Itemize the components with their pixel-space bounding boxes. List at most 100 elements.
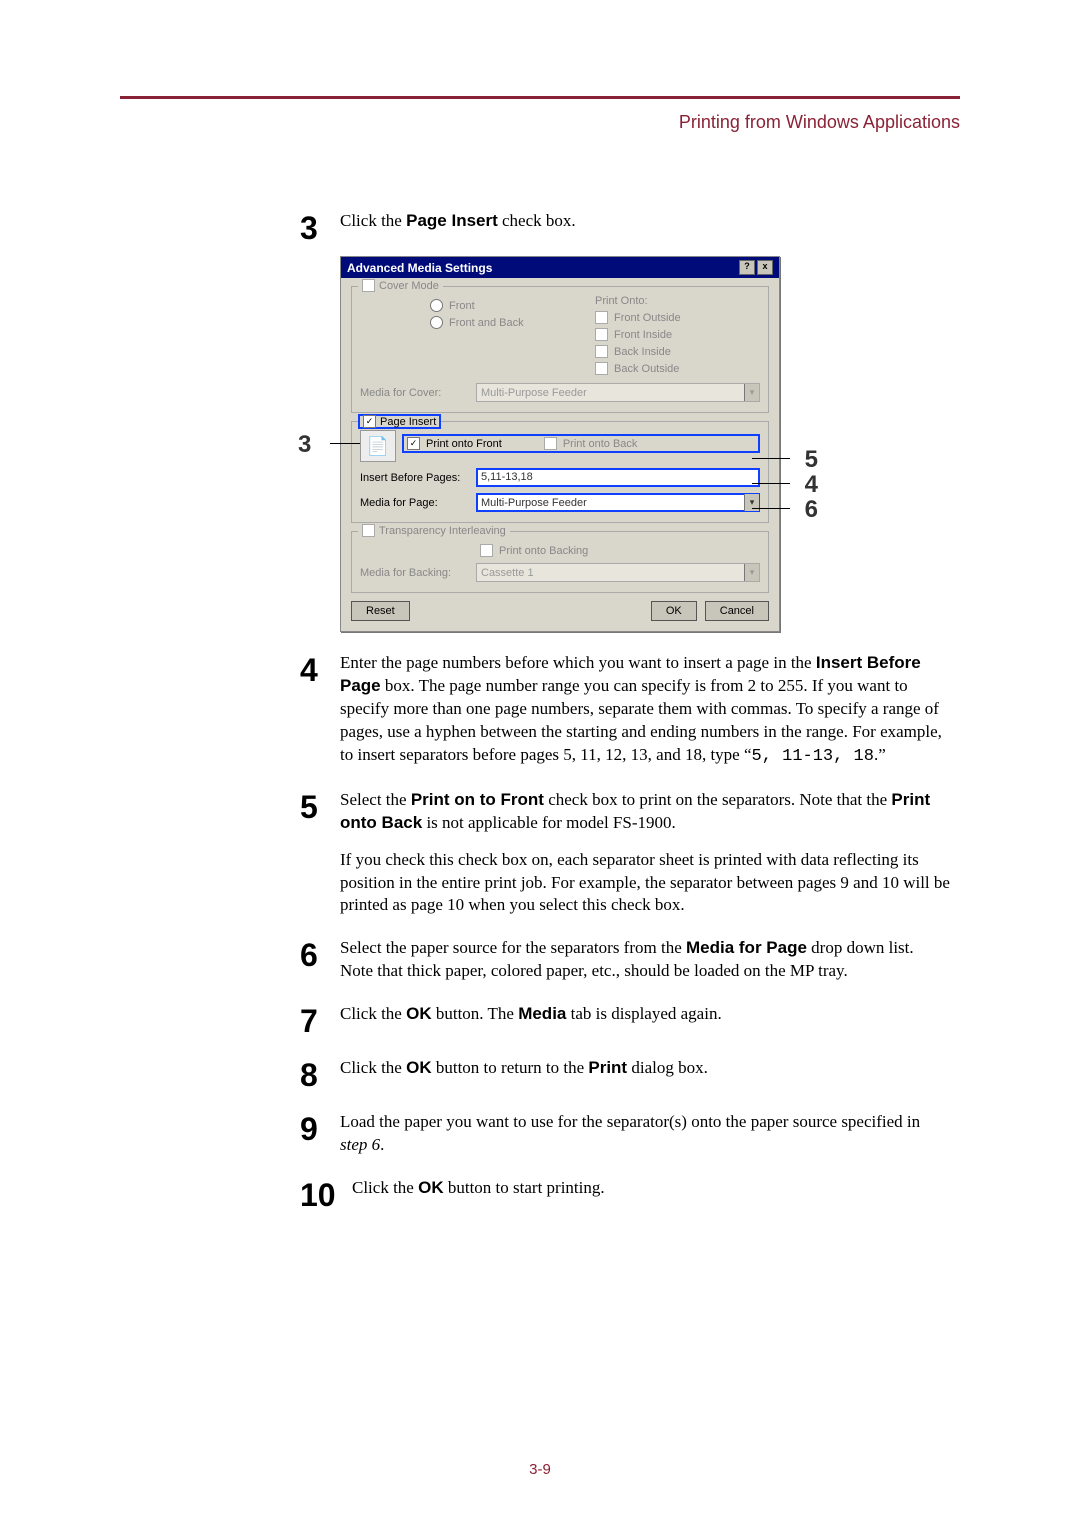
page-insert-legend: Page Insert [358, 414, 441, 429]
bold-term: Media for Page [686, 938, 807, 957]
bold-term: OK [406, 1058, 432, 1077]
bold-term: Page Insert [406, 211, 498, 230]
step-text: Click the OK button. The Media tab is di… [340, 1003, 722, 1037]
dialog-title: Advanced Media Settings [347, 261, 492, 275]
transparency-legend: Transparency Interleaving [358, 524, 510, 537]
front-outside-checkbox[interactable] [595, 311, 608, 324]
callout-line [752, 508, 790, 509]
dialog-titlebar: Advanced Media Settings ? x [341, 257, 779, 278]
text: Click the [340, 1004, 406, 1023]
transparency-interleaving-checkbox[interactable] [362, 524, 375, 537]
text: Select the paper source for the separato… [340, 938, 686, 957]
front-radio[interactable] [430, 299, 443, 312]
text: Enter the page numbers before which you … [340, 653, 816, 672]
transparency-interleaving-group: Transparency Interleaving Print onto Bac… [351, 531, 769, 593]
cover-mode-checkbox[interactable] [362, 279, 375, 292]
text: check box to print on the separators. No… [544, 790, 891, 809]
step-7: 7 Click the OK button. The Media tab is … [300, 1003, 950, 1037]
print-onto-backing-checkbox[interactable] [480, 544, 493, 557]
step-8: 8 Click the OK button to return to the P… [300, 1057, 950, 1091]
media-for-backing-label: Media for Backing: [360, 567, 470, 579]
advanced-media-settings-dialog: Advanced Media Settings ? x Cover Mode [340, 256, 780, 632]
text: button to start printing. [444, 1178, 605, 1197]
text: Click the [340, 211, 406, 230]
cancel-button[interactable]: Cancel [705, 601, 769, 621]
media-for-page-select[interactable]: Multi-Purpose Feeder▾ [476, 493, 760, 512]
section-title: Printing from Windows Applications [679, 112, 960, 133]
bold-term: OK [406, 1004, 432, 1023]
page-insert-group: Page Insert 📄 Print onto Front Pri [351, 421, 769, 523]
italic-term: step 6 [340, 1135, 380, 1154]
select-value: Cassette 1 [481, 567, 534, 579]
callout-line [752, 458, 790, 459]
text: tab is displayed again. [566, 1004, 721, 1023]
step-3: 3 Click the Page Insert check box. [300, 210, 950, 244]
media-for-cover-label: Media for Cover: [360, 387, 470, 399]
insert-before-pages-input[interactable]: 5,11-13,18 [476, 468, 760, 487]
step-number: 7 [300, 1005, 340, 1037]
select-value: Multi-Purpose Feeder [481, 497, 587, 509]
step-number: 4 [300, 654, 340, 769]
step-number: 9 [300, 1113, 340, 1157]
reset-button[interactable]: Reset [351, 601, 410, 621]
chevron-down-icon: ▾ [744, 384, 759, 401]
radio-label: Front [449, 300, 475, 312]
text: Select the [340, 790, 411, 809]
checkbox-label: Print onto Front [426, 438, 502, 450]
text: dialog box. [627, 1058, 708, 1077]
bold-term: Media [518, 1004, 566, 1023]
text: check box. [498, 211, 576, 230]
dialog-button-row: Reset OK Cancel [351, 601, 769, 621]
cover-mode-group: Cover Mode Front Front and Back Print On… [351, 286, 769, 413]
page-insert-checkbox[interactable] [363, 415, 376, 428]
bold-term: Print on to Front [411, 790, 544, 809]
callout-6: 6 [805, 496, 818, 524]
text: button. The [432, 1004, 519, 1023]
help-button[interactable]: ? [739, 260, 755, 275]
step-number: 6 [300, 939, 340, 983]
text: Load the paper you want to use for the s… [340, 1112, 920, 1131]
chevron-down-icon: ▾ [744, 564, 759, 581]
back-outside-checkbox[interactable] [595, 362, 608, 375]
step-text: Click the OK button to return to the Pri… [340, 1057, 708, 1091]
step-4: 4 Enter the page numbers before which yo… [300, 652, 950, 769]
step-6: 6 Select the paper source for the separa… [300, 937, 950, 983]
front-inside-checkbox[interactable] [595, 328, 608, 341]
cover-mode-legend: Cover Mode [358, 279, 443, 292]
checkbox-label: Print onto Back [563, 438, 638, 450]
front-and-back-radio[interactable] [430, 316, 443, 329]
print-onto-back-checkbox[interactable] [544, 437, 557, 450]
step-text: Select the Print on to Front check box t… [340, 789, 950, 918]
select-value: Multi-Purpose Feeder [481, 387, 587, 399]
step-number: 3 [300, 212, 340, 244]
dialog-body: Cover Mode Front Front and Back Print On… [341, 278, 779, 631]
page-number: 3-9 [0, 1461, 1080, 1478]
step-number: 8 [300, 1059, 340, 1091]
step-text: Click the OK button to start printing. [352, 1177, 605, 1211]
media-for-cover-select[interactable]: Multi-Purpose Feeder ▾ [476, 383, 760, 402]
checkbox-label: Front Outside [614, 312, 681, 324]
legend-label: Transparency Interleaving [379, 525, 506, 537]
step-text: Enter the page numbers before which you … [340, 652, 950, 769]
step-5: 5 Select the Print on to Front check box… [300, 789, 950, 918]
callout-3: 3 [298, 431, 311, 459]
back-inside-checkbox[interactable] [595, 345, 608, 358]
callout-line [752, 483, 790, 484]
text: .” [874, 745, 886, 764]
print-onto-front-checkbox[interactable] [407, 437, 420, 450]
ok-button[interactable]: OK [651, 601, 697, 621]
header-rule [120, 96, 960, 99]
page: Printing from Windows Applications 3 Cli… [0, 0, 1080, 1528]
text: . [380, 1135, 384, 1154]
checkbox-label: Back Inside [614, 346, 671, 358]
text: is not applicable for model FS-1900. [422, 813, 676, 832]
bold-term: Print [588, 1058, 627, 1077]
callout-line [330, 443, 360, 444]
radio-label: Front and Back [449, 317, 524, 329]
insert-before-pages-label: Insert Before Pages: [360, 472, 470, 484]
step-10: 10 Click the OK button to start printing… [300, 1177, 950, 1211]
close-button[interactable]: x [757, 260, 773, 275]
checkbox-label: Back Outside [614, 363, 679, 375]
media-for-backing-select[interactable]: Cassette 1 ▾ [476, 563, 760, 582]
text: Click the [340, 1058, 406, 1077]
